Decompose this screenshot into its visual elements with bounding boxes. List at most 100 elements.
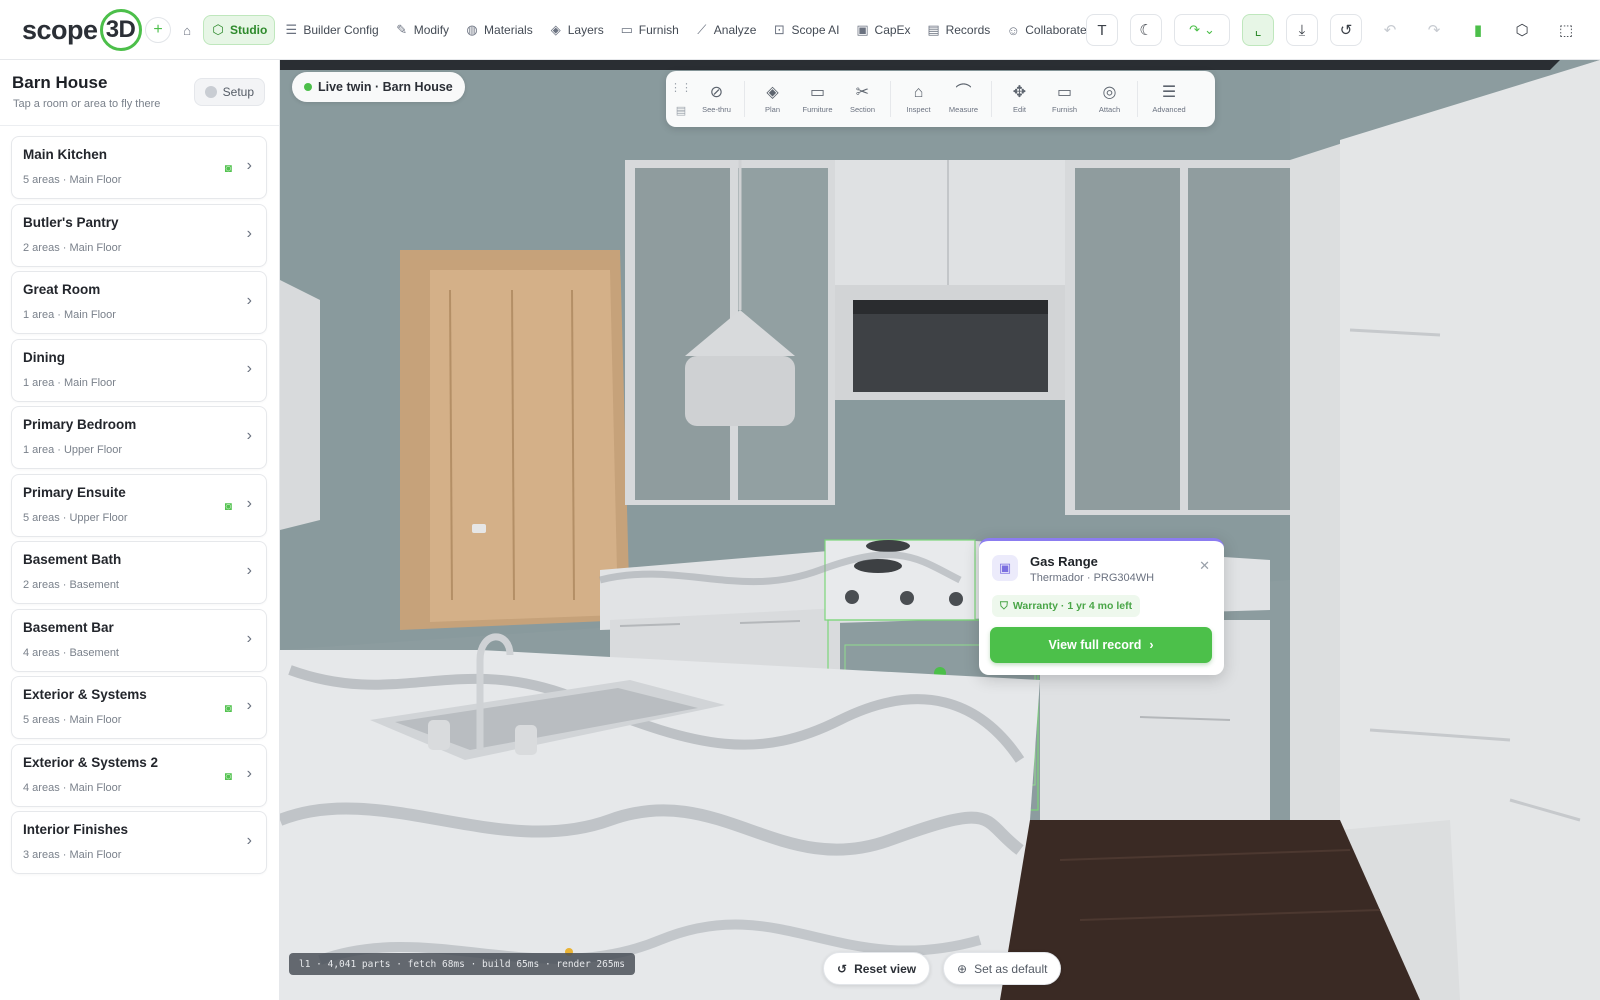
axis-tool-button[interactable]: ⌞	[1242, 14, 1274, 46]
clipboard-icon: ▤	[927, 22, 940, 37]
logo-wordmark: scope	[22, 14, 98, 45]
add-button[interactable]: +	[145, 17, 171, 43]
nav-furnish[interactable]: ▭ Furnish	[613, 15, 686, 45]
users-icon: ☺	[1006, 22, 1020, 38]
text-tool-button[interactable]: T	[1086, 14, 1118, 46]
layers-icon: ◈	[550, 22, 561, 37]
toolbar-section[interactable]: ✂ Section	[840, 84, 885, 114]
room-meta: 5 areas · Main Floor	[23, 174, 122, 186]
eye-off-icon: ⊘	[709, 84, 724, 101]
room-card[interactable]: Interior Finishes 3 areas · Main Floor ›	[11, 811, 267, 874]
toolbar-plan[interactable]: ◈ Plan	[750, 84, 795, 114]
curve-dropdown-button[interactable]: ↷ ⌄	[1174, 14, 1230, 46]
view-full-record-button[interactable]: View full record ›	[990, 627, 1212, 663]
room-card[interactable]: Basement Bath 2 areas · Basement ›	[11, 541, 267, 604]
nav-collaborate[interactable]: ☺ Collaborate	[999, 15, 1093, 45]
top-bar: scope 3D + ⌂ ⬡ Studio ☰ Builder Config ✎ Mo…	[0, 0, 1600, 60]
undo-button[interactable]: ↶	[1374, 14, 1406, 46]
room-card[interactable]: Primary Ensuite 5 areas · Upper Floor ◙ ›	[11, 473, 267, 537]
right-toolbar: T ☾ ↷ ⌄ ⌞ ⤓ ↺ ↶ ↷ ▮ ⬡ ⬚	[1086, 14, 1582, 46]
nav-records[interactable]: ▤ Records	[920, 15, 998, 45]
camera-icon[interactable]: ◙	[225, 769, 232, 783]
wallet-icon: ▣	[856, 22, 869, 37]
room-card[interactable]: Butler's Pantry 2 areas · Main Floor ›	[11, 203, 267, 267]
toolbar-advanced[interactable]: ☰ Advanced	[1143, 84, 1195, 114]
room-card[interactable]: Great Room 1 area · Main Floor ›	[11, 271, 267, 334]
toolbar-edit[interactable]: ✥ Edit	[997, 84, 1042, 114]
chevron-right-icon: ›	[246, 764, 252, 782]
nav-builder-config[interactable]: ☰ Builder Config	[277, 15, 385, 45]
rooms-sidebar: Barn House Tap a room or area to fly the…	[0, 60, 280, 1000]
room-card[interactable]: Primary Bedroom 1 area · Upper Floor ›	[11, 406, 267, 469]
live-twin-badge[interactable]: Live twin · Barn House	[292, 72, 465, 102]
room-meta: 4 areas · Basement	[23, 646, 119, 659]
camera-icon[interactable]: ◙	[225, 701, 232, 715]
room-meta: 1 area · Upper Floor	[23, 444, 123, 456]
nav-modify[interactable]: ✎ Modify	[388, 15, 456, 45]
set-as-default-button[interactable]: ⊕ Set as default	[943, 952, 1062, 985]
kitchen-3d-scene[interactable]	[280, 60, 1600, 1000]
chevron-right-icon: ›	[246, 494, 252, 512]
viewport-toolbar: ⋮⋮ ▤ ⊘ See-thru ◈ Plan ▭ Furniture ✂ Section…	[666, 71, 1215, 127]
fullscreen-button[interactable]: ⬚	[1550, 14, 1582, 46]
nav-layers[interactable]: ◈ Layers	[542, 15, 611, 45]
fullscreen-icon: ⬚	[1558, 22, 1574, 39]
room-meta: 4 areas · Main Floor	[23, 781, 122, 794]
tag-icon: ⌂	[913, 84, 924, 101]
home-button[interactable]: ⌂	[173, 15, 201, 45]
text-icon: T	[1097, 21, 1107, 39]
toolbar-furnish[interactable]: ▭ Furnish	[1042, 84, 1087, 114]
room-card[interactable]: Exterior & Systems 5 areas · Main Floor ◙ ›	[11, 676, 267, 739]
nav-analyze[interactable]: ⟋ Analyze	[688, 15, 764, 45]
ruler-icon: ⟋	[697, 22, 707, 37]
camera-icon[interactable]: ◙	[225, 161, 232, 175]
room-card[interactable]: Exterior & Systems 2 4 areas · Main Floor…	[11, 743, 267, 807]
room-meta: 3 areas · Main Floor	[23, 849, 122, 861]
room-card[interactable]: Basement Bar 4 areas · Basement ›	[11, 608, 267, 672]
reset-view-button[interactable]: ↺ Reset view	[823, 952, 931, 985]
setup-button[interactable]: Setup	[193, 78, 265, 106]
toolbar-attach[interactable]: ◎ Attach	[1087, 84, 1132, 114]
room-name: Basement Bath	[23, 552, 122, 567]
camera-icon[interactable]: ◙	[225, 499, 232, 513]
nav-scope-ai[interactable]: ⊡ Scope AI	[765, 15, 846, 45]
room-card[interactable]: Main Kitchen 5 areas · Main Floor ◙ ›	[11, 136, 267, 199]
download-icon: ⤓	[1298, 21, 1306, 39]
redo-button[interactable]: ↷	[1418, 14, 1450, 46]
warranty-badge: ⛉ Warranty · 1 yr 4 mo left	[992, 595, 1141, 617]
nav-label: Collaborate	[1025, 23, 1087, 37]
toolbar-label: See-thru	[702, 105, 731, 114]
room-meta: 2 areas · Main Floor	[23, 241, 122, 254]
plus-icon: +	[153, 21, 163, 38]
room-name: Main Kitchen	[23, 147, 108, 162]
property-title: Barn House	[12, 73, 108, 92]
download-button[interactable]: ⤓	[1286, 14, 1318, 46]
room-meta: 1 area · Main Floor	[23, 376, 116, 389]
close-icon[interactable]: ✕	[1199, 558, 1210, 574]
nav-studio[interactable]: ⬡ Studio	[203, 15, 276, 45]
bookmark-button[interactable]: ▮	[1462, 14, 1494, 46]
chevron-right-icon: ›	[1149, 638, 1154, 652]
history-button[interactable]: ↺	[1330, 14, 1362, 46]
toolbar-furniture[interactable]: ▭ Furniture	[795, 84, 840, 114]
nav-materials[interactable]: ◍ Materials	[458, 15, 540, 45]
nav-capex[interactable]: ▣ CapEx	[849, 15, 918, 45]
toolbar-measure[interactable]: ⌒ Measure	[941, 84, 986, 114]
target-icon: ◎	[1102, 84, 1117, 101]
room-name: Exterior & Systems	[23, 687, 147, 702]
toolbar-see-thru[interactable]: ⊘ See-thru	[694, 84, 739, 114]
room-name: Basement Bar	[23, 619, 114, 635]
3d-viewport[interactable]: Live twin · Barn House ⋮⋮ ▤ ⊘ See-thru ◈ P…	[280, 60, 1600, 1000]
toolbar-inspect[interactable]: ⌂ Inspect	[896, 84, 941, 114]
set-default-label: Set as default	[974, 961, 1048, 976]
theme-toggle-button[interactable]: ☾	[1130, 14, 1162, 46]
palette-icon: ◍	[466, 22, 478, 37]
room-name: Primary Ensuite	[23, 484, 126, 500]
nav-label: Analyze	[713, 23, 757, 37]
app-logo[interactable]: scope 3D	[22, 8, 142, 52]
cube-view-button[interactable]: ⬡	[1506, 14, 1538, 46]
nav-label: Scope AI	[791, 23, 840, 37]
setup-icon	[204, 86, 217, 98]
toolbar-grip[interactable]: ⋮⋮ ▤	[670, 81, 692, 117]
room-card[interactable]: Dining 1 area · Main Floor ›	[11, 338, 267, 402]
